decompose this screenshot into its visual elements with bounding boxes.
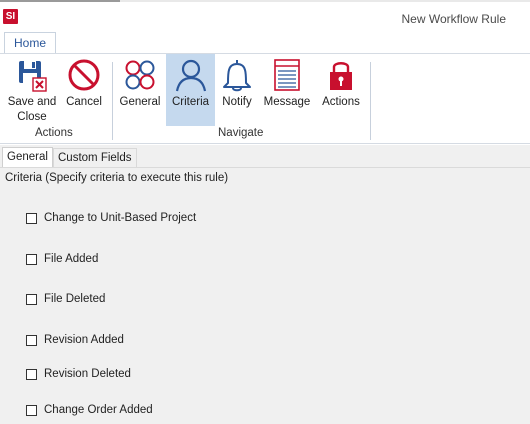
tab-custom-fields[interactable]: Custom Fields bbox=[53, 148, 137, 167]
criteria-button[interactable]: Criteria bbox=[166, 54, 215, 126]
cancel-button[interactable]: Cancel bbox=[62, 54, 106, 126]
navigate-group-label: Navigate bbox=[218, 127, 264, 139]
tab-home[interactable]: Home bbox=[4, 32, 56, 54]
checkbox[interactable] bbox=[26, 335, 37, 346]
person-icon bbox=[175, 59, 206, 92]
general-button-label: General bbox=[119, 96, 161, 108]
checkbox-label: Change to Unit-Based Project bbox=[44, 212, 197, 224]
checkbox[interactable] bbox=[26, 405, 37, 416]
ribbon: Save and Close Cancel Actions General Cr… bbox=[0, 53, 530, 144]
message-list-icon bbox=[274, 59, 300, 91]
actions-group-label: Actions bbox=[35, 127, 73, 139]
save-button-label: Save and Close bbox=[7, 96, 57, 123]
cancel-button-label: Cancel bbox=[66, 96, 102, 108]
message-button[interactable]: Message bbox=[262, 54, 312, 126]
group-divider bbox=[370, 62, 371, 140]
checkbox-label: Change Order Added bbox=[44, 404, 153, 416]
save-close-icon bbox=[19, 61, 47, 92]
actions-button[interactable]: Actions bbox=[318, 54, 364, 126]
actions-button-label: Actions bbox=[322, 96, 360, 108]
titlebar: SI New Workflow Rule bbox=[0, 2, 530, 32]
notify-button[interactable]: Notify bbox=[216, 54, 258, 126]
checkbox-label: Revision Deleted bbox=[44, 368, 131, 380]
checkbox[interactable] bbox=[26, 213, 37, 224]
checkbox-label: Revision Added bbox=[44, 334, 124, 346]
lock-icon bbox=[330, 62, 352, 90]
checkbox[interactable] bbox=[26, 294, 37, 305]
checkbox-label: File Deleted bbox=[44, 293, 106, 305]
cancel-icon bbox=[68, 59, 100, 91]
window-title: New Workflow Rule bbox=[401, 12, 506, 26]
criteria-heading: Criteria (Specify criteria to execute th… bbox=[5, 172, 229, 184]
checkbox[interactable] bbox=[26, 254, 37, 265]
bell-icon bbox=[223, 60, 251, 92]
checkbox[interactable] bbox=[26, 369, 37, 380]
criteria-button-label: Criteria bbox=[171, 96, 210, 108]
tab-general[interactable]: General bbox=[2, 147, 53, 167]
page-tab-strip: General Custom Fields bbox=[0, 145, 530, 167]
group-divider bbox=[112, 62, 113, 140]
general-button[interactable]: General bbox=[117, 54, 163, 126]
notify-button-label: Notify bbox=[222, 96, 252, 108]
general-circles-icon bbox=[125, 60, 155, 90]
checkbox-label: File Added bbox=[44, 253, 99, 265]
save-and-close-button[interactable]: Save and Close bbox=[4, 54, 60, 126]
ribbon-tabs: Home bbox=[0, 32, 530, 54]
app-logo-icon: SI bbox=[3, 9, 18, 24]
message-button-label: Message bbox=[263, 96, 311, 108]
criteria-panel: Criteria (Specify criteria to execute th… bbox=[0, 167, 530, 424]
